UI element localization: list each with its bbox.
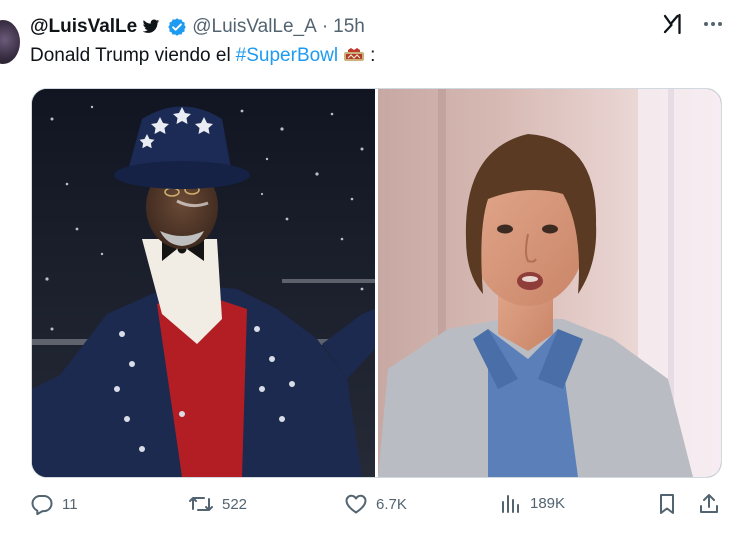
- superbowl-logo-icon: [343, 47, 365, 65]
- bookmark-button[interactable]: [656, 492, 678, 516]
- separator-dot: ·: [321, 16, 329, 37]
- share-button[interactable]: [697, 492, 721, 516]
- tweet-text: Donald Trump viendo el #SuperBowl :: [30, 45, 375, 67]
- views-button[interactable]: 189K: [500, 492, 565, 514]
- view-count: 189K: [530, 494, 566, 512]
- reply-count: 11: [62, 495, 78, 513]
- tweet-text-after: :: [370, 45, 376, 66]
- bird-icon: [142, 19, 160, 35]
- more-icon[interactable]: [701, 12, 725, 36]
- tweet-actions: 11 522 6.7K 189K: [0, 492, 739, 522]
- repost-button[interactable]: 522: [188, 492, 247, 516]
- repost-count: 522: [222, 495, 248, 513]
- timestamp[interactable]: 15h: [333, 16, 365, 38]
- share-icon: [700, 494, 718, 513]
- views-icon: [502, 495, 519, 513]
- reply-button[interactable]: 11: [30, 492, 78, 516]
- header-actions: [661, 12, 725, 36]
- display-name[interactable]: @LuisValLe: [30, 16, 137, 38]
- verified-icon: [167, 17, 187, 37]
- tweet-header: @LuisValLe @LuisValLe_A · 15h: [30, 14, 365, 40]
- repost-icon: [189, 497, 213, 511]
- hashtag-link[interactable]: #SuperBowl: [236, 45, 338, 67]
- reply-icon: [31, 495, 53, 516]
- handle[interactable]: @LuisValLe_A: [192, 16, 317, 38]
- grok-icon[interactable]: [661, 12, 685, 36]
- media-image-left[interactable]: [32, 89, 375, 477]
- media-grid[interactable]: [31, 88, 722, 478]
- bookmark-icon: [660, 494, 674, 514]
- like-icon: [345, 494, 367, 514]
- tweet-text-before: Donald Trump viendo el: [30, 45, 231, 66]
- media-image-right[interactable]: [378, 89, 721, 477]
- avatar[interactable]: [0, 20, 20, 64]
- like-button[interactable]: 6.7K: [344, 492, 407, 516]
- like-count: 6.7K: [376, 495, 407, 513]
